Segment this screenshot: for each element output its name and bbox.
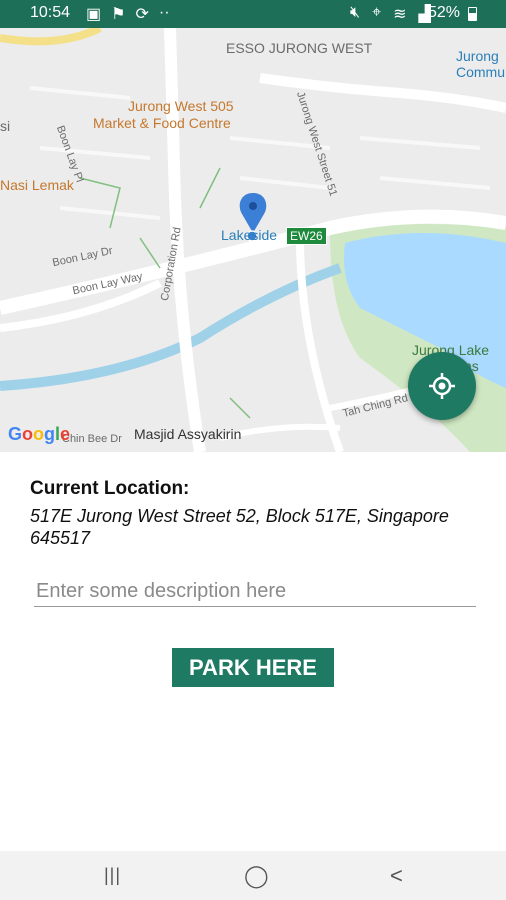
wifi-icon: ≋	[393, 6, 407, 23]
description-input[interactable]	[34, 576, 476, 607]
map-label-chin-bee-dr: Chin Bee Dr	[62, 433, 122, 445]
system-nav-bar: ||| ◯ <	[0, 851, 506, 900]
map-label-market-line1: Jurong West 505	[128, 98, 234, 114]
current-location-heading: Current Location:	[30, 478, 190, 499]
recent-apps-button[interactable]: |||	[104, 865, 121, 886]
notification-icons: ▣ ⚑ ⟳ ··	[86, 4, 170, 24]
station-code-badge: EW26	[286, 227, 327, 245]
flag-notification-icon: ⚑	[111, 6, 126, 23]
battery-percent: 52%	[428, 4, 461, 21]
mute-icon: 🔇︎	[350, 4, 361, 21]
more-notifications-icon: ··	[158, 4, 170, 21]
map-label-nasi-lemak: Nasi Lemak	[0, 177, 74, 193]
map-label-lakeside: Lakeside	[221, 227, 278, 243]
map-label-esso: ESSO JURONG WEST	[226, 40, 373, 56]
my-location-button[interactable]	[408, 352, 476, 420]
map-label-market-line2: Market & Food Centre	[93, 115, 231, 131]
map-label-si: si	[0, 118, 11, 134]
park-here-button[interactable]: PARK HERE	[172, 648, 334, 687]
status-bar: 10:54 ▣ ⚑ ⟳ ·· 🔇︎ ⌖ ≋ ▟ 52%	[0, 0, 506, 28]
back-button[interactable]: <	[390, 863, 403, 889]
sync-notification-icon: ⟳	[135, 6, 149, 23]
battery-icon	[468, 7, 477, 21]
google-logo: Google	[8, 424, 71, 444]
status-time: 10:54	[30, 4, 71, 21]
location-status-icon: ⌖	[372, 4, 382, 21]
map-label-jurong-community: Jurong Commu	[456, 48, 506, 80]
my-location-icon	[429, 373, 455, 399]
current-address: 517E Jurong West Street 52, Block 517E, …	[30, 506, 449, 548]
system-icons: 🔇︎ ⌖ ≋ ▟	[350, 4, 431, 24]
image-notification-icon: ▣	[86, 6, 102, 23]
home-button[interactable]: ◯	[244, 863, 269, 889]
map-label-masjid: Masjid Assyakirin	[134, 426, 242, 442]
